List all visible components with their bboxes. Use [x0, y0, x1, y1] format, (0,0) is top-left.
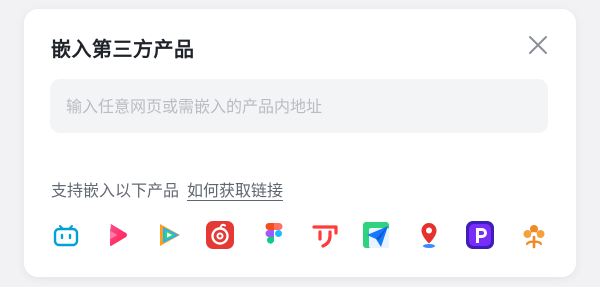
support-label: 支持嵌入以下产品 [51, 181, 180, 200]
figma-icon[interactable] [259, 220, 289, 250]
bilibili-tv-icon[interactable] [51, 220, 81, 250]
orange-flower-icon[interactable] [519, 220, 549, 250]
netease-music-icon[interactable] [205, 220, 235, 250]
youku-tv-icon[interactable] [310, 220, 340, 250]
tencent-video-icon[interactable] [154, 220, 184, 250]
paper-plane-icon[interactable] [361, 220, 391, 250]
embed-dialog: 嵌入第三方产品 支持嵌入以下产品如何获取链接 [24, 9, 576, 277]
location-pin-icon[interactable] [414, 220, 444, 250]
close-icon[interactable] [526, 33, 550, 57]
url-input[interactable] [50, 79, 548, 133]
how-to-get-link[interactable]: 如何获取链接 [187, 181, 283, 200]
supported-products-text: 支持嵌入以下产品 如何获取链接 [51, 177, 283, 201]
purple-p-icon[interactable] [465, 220, 495, 250]
dialog-title: 嵌入第三方产品 [51, 37, 195, 61]
play-arrow-pink-icon[interactable] [103, 220, 133, 250]
